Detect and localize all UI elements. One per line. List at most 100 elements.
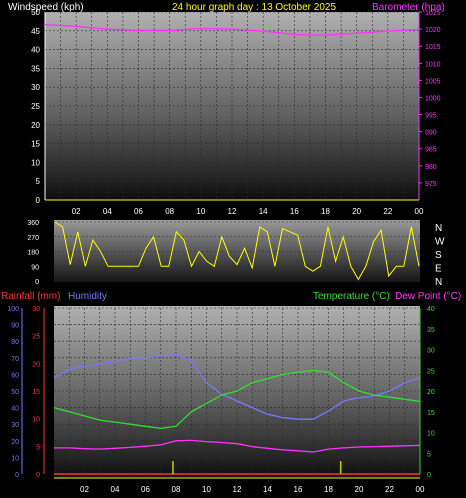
weather-graph: Windspeed (kph) 24 hour graph day : 13 O… <box>1 2 461 494</box>
compass-labels: NWSEN <box>435 223 445 288</box>
barometer-tick-label: 995 <box>425 113 437 120</box>
humidity-tick-label: 80 <box>11 339 19 346</box>
compass-label: S <box>435 250 442 261</box>
rainfall-axis-title: Rainfall (mm) <box>1 291 60 302</box>
dew-point-axis-title: Dew Point (°C) <box>395 291 461 302</box>
humidity-tick-label: 0 <box>15 472 19 479</box>
barometer-tick-label: 1025 <box>425 10 441 17</box>
x-tick-label: 22 <box>383 207 392 216</box>
wind-direction-plot-area <box>54 220 420 282</box>
x-tick-label: 14 <box>263 485 272 494</box>
x-tick-label: 14 <box>259 207 268 216</box>
x-tick-label: 06 <box>141 485 150 494</box>
humidity-axis-title: Humidity <box>68 291 107 302</box>
x-tick-label: 16 <box>290 207 299 216</box>
x-tick-label: 12 <box>233 485 242 494</box>
barometer-tick-label: 975 <box>425 181 437 188</box>
temperature-tick-label: 35 <box>427 327 435 334</box>
x-tick-label: 18 <box>321 207 330 216</box>
barometer-tick-label: 1015 <box>425 44 441 51</box>
barometer-tick-label: 980 <box>425 164 437 171</box>
humidity-tick-label: 60 <box>11 372 19 379</box>
direction-tick-label: 270 <box>27 235 39 242</box>
rainfall-tick-label: 10 <box>32 417 40 424</box>
x-tick-label: 02 <box>80 485 89 494</box>
windspeed-tick-label: 10 <box>31 158 40 167</box>
wind-direction-axis-ticks: 0 90 180 270 360 <box>27 220 39 286</box>
compass-label: E <box>435 264 442 275</box>
windspeed-tick-label: 35 <box>31 64 40 73</box>
windspeed-tick-label: 45 <box>31 27 40 36</box>
humidity-tick-label: 20 <box>11 439 19 446</box>
windspeed-tick-label: 5 <box>36 177 41 186</box>
windspeed-tick-label: 15 <box>31 140 40 149</box>
rainfall-tick-label: 20 <box>32 361 40 368</box>
temperature-axis-title: Temperature (°C) <box>313 291 390 302</box>
temperature-tick-label: 10 <box>427 431 435 438</box>
humidity-axis-ticks: 0 10 20 30 40 50 60 70 80 90 100 <box>7 306 23 479</box>
x-tick-label: 02 <box>72 207 81 216</box>
barometer-tick-label: 1010 <box>425 61 441 68</box>
x-tick-label: 12 <box>228 207 237 216</box>
humidity-tick-label: 50 <box>11 389 19 396</box>
compass-label: N <box>435 223 442 234</box>
windspeed-axis-ticks: 0 5 10 15 20 25 30 35 40 45 50 <box>31 8 46 205</box>
x-tick-label: 22 <box>385 485 394 494</box>
x-tick-label: 00 <box>415 207 424 216</box>
temperature-axis-ticks: 0 5 10 15 20 25 30 35 40 <box>419 306 435 479</box>
rainfall-tick-label: 5 <box>36 444 40 451</box>
x-tick-label: 04 <box>103 207 112 216</box>
x-tick-label: 10 <box>196 207 205 216</box>
barometer-tick-label: 1020 <box>425 27 441 34</box>
compass-label: W <box>435 237 445 248</box>
x-tick-label: 08 <box>165 207 174 216</box>
windspeed-tick-label: 25 <box>31 102 40 111</box>
temperature-tick-label: 30 <box>427 348 435 355</box>
x-tick-label: 20 <box>352 207 361 216</box>
barometer-tick-label: 990 <box>425 130 437 137</box>
humidity-tick-label: 40 <box>11 406 19 413</box>
temperature-tick-label: 15 <box>427 410 435 417</box>
temperature-tick-label: 40 <box>427 306 435 313</box>
x-tick-label: 10 <box>202 485 211 494</box>
windspeed-tick-label: 50 <box>31 8 40 17</box>
rainfall-axis-ticks: 0 5 10 15 20 25 30 <box>32 306 45 479</box>
rainfall-tick-label: 25 <box>32 334 40 341</box>
temperature-tick-label: 20 <box>427 389 435 396</box>
rainfall-tick-label: 30 <box>32 306 40 313</box>
temperature-tick-label: 0 <box>427 472 431 479</box>
windspeed-axis-title: Windspeed (kph) <box>8 2 84 13</box>
humidity-tick-label: 10 <box>11 455 19 462</box>
temperature-tick-label: 25 <box>427 368 435 375</box>
windspeed-tick-label: 0 <box>36 196 41 205</box>
humidity-tick-label: 30 <box>11 422 19 429</box>
humidity-tick-label: 90 <box>11 323 19 330</box>
humidity-tick-label: 70 <box>11 356 19 363</box>
direction-tick-label: 180 <box>27 250 39 257</box>
x-tick-label: 00 <box>416 485 425 494</box>
temperature-tick-label: 5 <box>427 451 431 458</box>
humidity-tick-label: 100 <box>7 306 19 313</box>
x-tick-label: 06 <box>134 207 143 216</box>
temp-humidity-x-tick-labels: 02 04 06 08 10 12 14 16 18 20 22 00 <box>80 485 425 494</box>
rainfall-tick-label: 15 <box>32 389 40 396</box>
x-tick-label: 20 <box>355 485 364 494</box>
barometer-tick-label: 1005 <box>425 78 441 85</box>
x-tick-label: 08 <box>172 485 181 494</box>
direction-tick-label: 90 <box>31 264 39 271</box>
windspeed-tick-label: 30 <box>31 83 40 92</box>
x-tick-label: 04 <box>111 485 120 494</box>
direction-tick-label: 0 <box>35 279 39 286</box>
chart-title: 24 hour graph day : 13 October 2025 <box>172 2 336 13</box>
windspeed-tick-label: 40 <box>31 46 40 55</box>
direction-tick-label: 360 <box>27 220 39 227</box>
barometer-axis-ticks: 975 980 985 990 995 1000 1005 1010 1015 1020 1025 <box>418 10 441 200</box>
barometer-tick-label: 985 <box>425 147 437 154</box>
barometer-tick-label: 1000 <box>425 95 441 102</box>
pressure-x-tick-labels: 02 04 06 08 10 12 14 16 18 20 22 00 <box>72 207 424 216</box>
compass-label: N <box>435 277 442 288</box>
windspeed-tick-label: 20 <box>31 121 40 130</box>
rainfall-tick-label: 0 <box>36 472 40 479</box>
x-tick-label: 18 <box>324 485 333 494</box>
x-tick-label: 16 <box>294 485 303 494</box>
